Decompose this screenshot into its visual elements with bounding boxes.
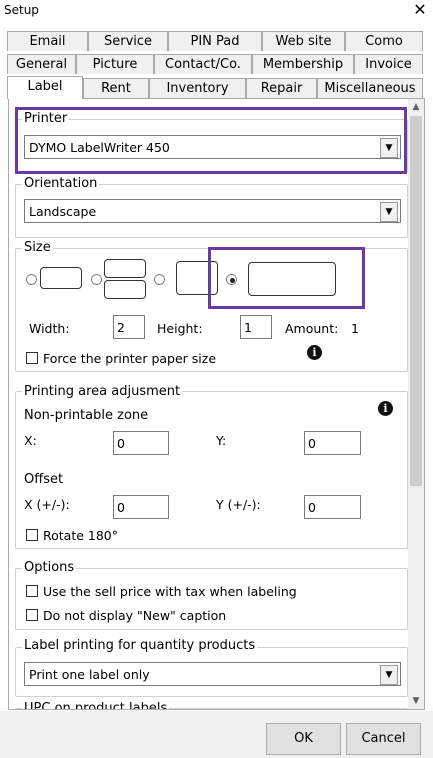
title-bar [0, 0, 433, 22]
quantity-group-label: Label printing for quantity products [22, 638, 258, 653]
scroll-down-icon[interactable]: ▼ [408, 693, 424, 709]
quantity-select[interactable]: Print one label only ▼ [24, 662, 401, 686]
chevron-down-icon[interactable]: ▼ [380, 665, 398, 685]
height-label: Height: [157, 321, 203, 336]
no-new-caption-checkbox[interactable] [26, 609, 38, 621]
tab-como[interactable]: Como [345, 31, 423, 51]
width-field[interactable]: 2 [113, 315, 145, 339]
rotate-180-checkbox[interactable] [26, 529, 38, 541]
size-option-1-radio[interactable] [26, 274, 37, 285]
window-title: Setup [4, 3, 39, 17]
offset-y-label: Y (+/-): [216, 497, 261, 512]
zone-x-value: 0 [117, 436, 125, 451]
size-group-label: Size [22, 240, 53, 255]
size-option-2-radio[interactable] [91, 274, 102, 285]
printing-area-group-label: Printing area adjusment [22, 384, 183, 399]
zone-y-label: Y: [216, 433, 227, 448]
tab-membership[interactable]: Membership [252, 54, 354, 74]
sell-price-tax-checkbox[interactable] [26, 585, 38, 597]
tab-pin-pad[interactable]: PIN Pad [168, 31, 262, 51]
chevron-down-icon[interactable]: ▼ [380, 202, 398, 222]
force-paper-size-label: Force the printer paper size [43, 351, 217, 366]
size-highlight-box [208, 247, 365, 309]
zone-y-field[interactable]: 0 [304, 431, 361, 455]
tab-rent[interactable]: Rent [83, 78, 149, 98]
info-icon[interactable]: i [307, 345, 322, 360]
amount-value: 1 [351, 321, 359, 336]
options-group-label: Options [22, 560, 77, 575]
orientation-group-label: Orientation [22, 176, 100, 191]
tab-web-site[interactable]: Web site [262, 31, 345, 51]
width-label: Width: [29, 321, 70, 336]
zone-x-label: X: [24, 433, 37, 448]
height-value: 1 [244, 320, 252, 335]
info-icon[interactable]: i [378, 401, 393, 416]
offset-x-field[interactable]: 0 [113, 495, 169, 519]
close-icon[interactable]: ✕ [409, 0, 431, 20]
size-option-2-preview-bottom [104, 280, 146, 299]
scroll-up-icon[interactable]: ▲ [408, 99, 424, 115]
tab-general[interactable]: General [7, 54, 76, 74]
no-new-caption-label: Do not display "New" caption [43, 608, 227, 623]
height-field[interactable]: 1 [240, 315, 272, 339]
vertical-scrollbar[interactable]: ▲ ▼ [408, 99, 424, 709]
ok-button[interactable]: OK [266, 723, 341, 755]
zone-x-field[interactable]: 0 [113, 431, 169, 455]
offset-label: Offset [24, 472, 64, 487]
tab-service[interactable]: Service [88, 31, 168, 51]
cancel-button[interactable]: Cancel [346, 723, 421, 755]
scrollbar-thumb[interactable] [410, 116, 422, 486]
label-settings-panel: Printer DYMO LabelWriter 450 ▼ Orientati… [8, 98, 425, 710]
tab-inventory[interactable]: Inventory [149, 78, 246, 98]
tab-contact-co[interactable]: Contact/Co. [154, 54, 252, 74]
tab-invoice[interactable]: Invoice [354, 54, 423, 74]
force-paper-size-checkbox[interactable] [26, 352, 38, 364]
rotate-180-label: Rotate 180° [43, 528, 119, 543]
tab-label[interactable]: Label [7, 76, 83, 99]
size-option-1-preview [40, 267, 82, 289]
amount-label: Amount: [285, 321, 339, 336]
offset-x-value: 0 [117, 500, 125, 515]
tab-repair[interactable]: Repair [246, 78, 317, 98]
non-printable-zone-label: Non-printable zone [24, 408, 149, 423]
offset-y-field[interactable]: 0 [304, 495, 361, 519]
tab-email[interactable]: Email [7, 31, 88, 51]
zone-y-value: 0 [308, 436, 316, 451]
width-value: 2 [117, 320, 125, 335]
quantity-select-value: Print one label only [29, 667, 150, 682]
orientation-select[interactable]: Landscape ▼ [24, 199, 401, 223]
orientation-select-value: Landscape [29, 204, 97, 219]
offset-y-value: 0 [308, 500, 316, 515]
size-option-3-radio[interactable] [154, 274, 165, 285]
upc-group-label: UPC on product labels [22, 701, 170, 709]
tab-picture[interactable]: Picture [76, 54, 154, 74]
sell-price-tax-label: Use the sell price with tax when labelin… [43, 584, 297, 599]
tab-miscellaneous[interactable]: Miscellaneous [317, 78, 423, 98]
size-option-2-preview-top [104, 259, 146, 278]
printer-highlight-box [15, 107, 407, 174]
offset-x-label: X (+/-): [24, 497, 70, 512]
